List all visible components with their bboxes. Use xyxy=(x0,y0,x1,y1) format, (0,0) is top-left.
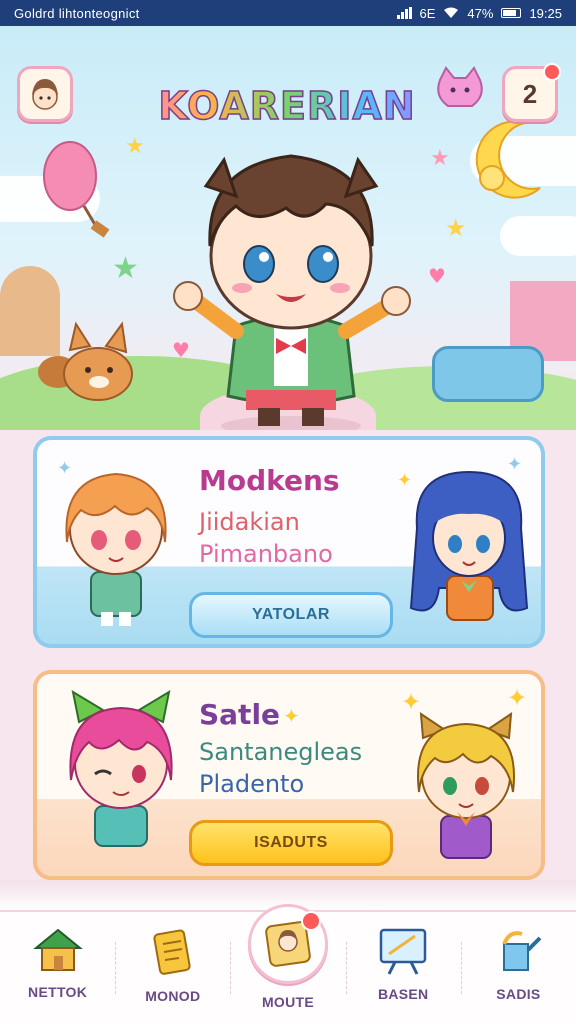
app-title: KOARERIAN xyxy=(126,83,448,129)
mascot-character xyxy=(173,154,411,430)
notification-count: 2 xyxy=(522,78,538,109)
hero-scene: ★ ★ ★ ★ ♥ ♥ 2 KOARERIAN xyxy=(0,26,576,430)
carrier-name: Goldrd lihtonteognict xyxy=(14,5,140,21)
nav-label: SADIS xyxy=(496,986,541,1002)
nav-label: NETTOK xyxy=(28,984,88,1000)
nav-item-watering-can[interactable]: SADIS xyxy=(460,912,576,1024)
nav-item-scroll[interactable]: MONOD xyxy=(115,912,230,1024)
easel-icon xyxy=(379,928,427,975)
status-bar: Goldrd lihtonteognict 6E 47% 19:25 xyxy=(0,0,576,26)
bottom-nav: NETTOK MONOD MOUTE BASEN SADIS xyxy=(0,904,576,1024)
clock: 19:25 xyxy=(529,5,562,21)
nav-label: BASEN xyxy=(377,986,429,1002)
card-line-1: Santanegleas xyxy=(199,738,363,766)
star-decoration: ★ xyxy=(125,134,145,159)
balloon-icon xyxy=(43,141,110,238)
card-title: Satle xyxy=(199,698,281,731)
nav-item-photo[interactable]: MOUTE xyxy=(230,904,345,1024)
fox-icon xyxy=(38,321,133,401)
scroll-icon xyxy=(153,929,191,975)
pink-hair-character xyxy=(69,690,173,847)
notifications-button[interactable]: 2 xyxy=(502,63,561,122)
moon-icon xyxy=(475,120,541,199)
blonde-hair-character xyxy=(417,712,515,859)
card-line-2: Pimanbano xyxy=(199,540,333,568)
battery-icon xyxy=(501,8,522,18)
star-decoration: ★ xyxy=(430,146,450,171)
signal-icon xyxy=(396,7,412,19)
feature-card-2[interactable]: ✦ ✦ ✦ Satle Santanegleas Pladento ISADUT… xyxy=(33,670,545,880)
cloud-decoration xyxy=(500,216,576,256)
blue-hair-character xyxy=(409,470,529,621)
network-type: 6E xyxy=(419,5,436,21)
card-title: Modkens xyxy=(199,464,340,497)
avatar-icon xyxy=(32,79,58,110)
tube-decoration xyxy=(432,346,544,402)
active-nav-badge xyxy=(248,904,328,984)
card-1-action-button[interactable]: YATOLAR xyxy=(189,592,393,638)
nav-label: MOUTE xyxy=(261,994,315,1010)
star-decoration: ★ xyxy=(445,214,467,242)
profile-button[interactable] xyxy=(17,66,73,122)
wifi-icon xyxy=(444,7,459,18)
bell-icon xyxy=(543,63,561,81)
notification-dot xyxy=(301,911,321,931)
heart-decoration: ♥ xyxy=(428,264,446,288)
sparkle-decoration: ✦ xyxy=(283,704,300,728)
watering-can-icon xyxy=(502,931,542,971)
feature-card-1[interactable]: ✦ ✦ ✦ Modkens Jiidakian Pimanbano YATOLA… xyxy=(33,436,545,648)
card-line-1: Jiidakian xyxy=(199,508,300,536)
orange-hair-character xyxy=(65,472,167,626)
nav-label: MONOD xyxy=(145,988,201,1004)
nav-item-home[interactable]: NETTOK xyxy=(0,912,115,1024)
nav-item-easel[interactable]: BASEN xyxy=(345,912,461,1024)
card-2-action-button[interactable]: ISADUTS xyxy=(189,820,393,866)
battery-percent: 47% xyxy=(467,5,494,21)
house-icon xyxy=(32,928,83,971)
star-decoration: ★ xyxy=(112,251,139,286)
card-line-2: Pladento xyxy=(199,770,305,798)
